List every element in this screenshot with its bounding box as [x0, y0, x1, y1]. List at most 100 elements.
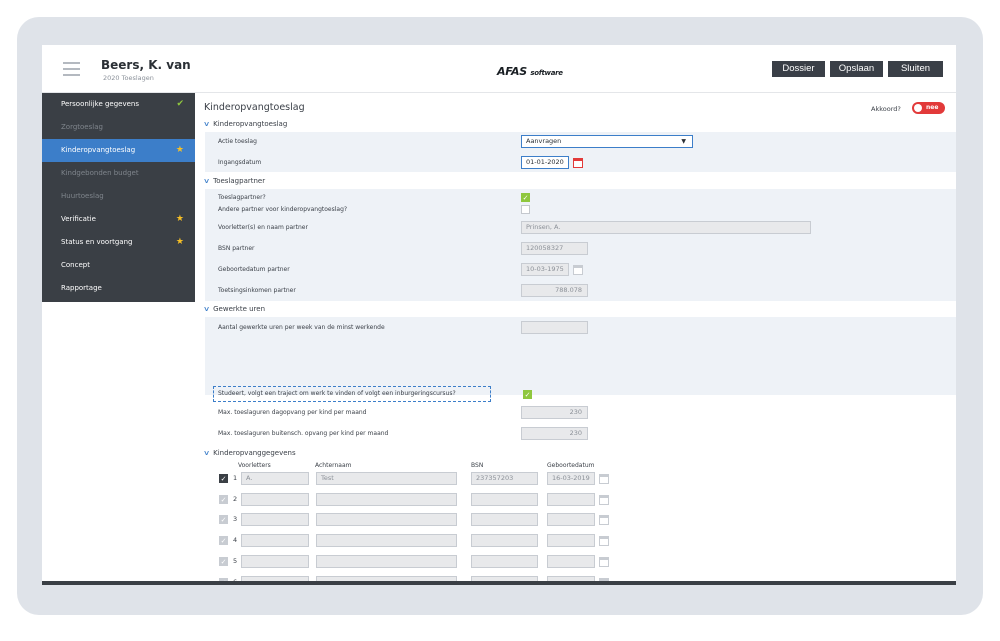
agree-label: Akkoord? [871, 105, 901, 113]
calendar-icon[interactable] [599, 494, 609, 505]
action-label: Actie toeslag [218, 138, 257, 145]
dob-input[interactable] [547, 554, 595, 568]
star-icon: ★ [175, 145, 184, 155]
partner-name-label: Voorletter(s) en naam partner [218, 224, 308, 231]
row-select-checkbox[interactable]: ✓ [219, 474, 228, 483]
bsn-input[interactable] [471, 534, 538, 548]
top-header: Beers, K. van 2020 Toeslagen AFAS softwa… [42, 45, 956, 93]
row-number: 4 [233, 536, 238, 545]
section-kinderopvanggegevens[interactable]: ∨ Kinderopvanggegevens [202, 449, 296, 457]
dossier-button[interactable]: Dossier [772, 61, 825, 77]
bsn-input[interactable] [471, 554, 538, 568]
partner-dob-label: Geboortedatum partner [218, 266, 290, 273]
save-button[interactable]: Opslaan [830, 61, 883, 77]
partner-dob-input[interactable]: 10-03-1975 [521, 263, 569, 276]
start-date-label: Ingangsdatum [218, 159, 262, 166]
check-icon: ✔ [176, 99, 184, 109]
partner-income-input[interactable]: 788.078 [521, 284, 588, 297]
sidebar-item-persoonlijke-gegevens[interactable]: Persoonlijke gegevens ✔ [42, 93, 195, 116]
dob-input[interactable] [547, 492, 595, 506]
calendar-icon[interactable] [599, 515, 609, 526]
sidebar-item-rapportage[interactable]: Rapportage [42, 277, 195, 300]
row-number: 1 [233, 474, 238, 482]
calendar-icon[interactable] [599, 474, 609, 484]
brand-logo: AFAS software [497, 65, 563, 78]
sidebar-item-verificatie[interactable]: Verificatie ★ [42, 208, 195, 231]
initials-input[interactable] [241, 492, 309, 506]
chevron-down-icon: ∨ [202, 120, 211, 128]
sidebar-item-concept[interactable]: Concept [42, 254, 195, 277]
initials-input[interactable]: A. [241, 472, 309, 485]
toggle-knob [914, 104, 922, 112]
page-title: Kinderopvangtoeslag [204, 102, 305, 113]
hamburger-menu-icon[interactable] [63, 62, 80, 76]
bottom-scrollbar[interactable] [42, 581, 956, 585]
col-header-surname: Achternaam [315, 462, 352, 469]
initials-input[interactable] [241, 513, 309, 527]
surname-input[interactable] [316, 554, 457, 568]
calendar-icon[interactable] [573, 265, 583, 275]
sidebar-item-kindgebonden-budget[interactable]: Kindgebonden budget [42, 162, 195, 185]
row-select-checkbox[interactable]: ✓ [219, 515, 228, 525]
section-kinderopvangtoeslag[interactable]: ∨ Kinderopvangtoeslag [202, 120, 287, 128]
has-partner-checkbox[interactable]: ✓ [521, 193, 530, 202]
chevron-down-icon: ∨ [202, 449, 211, 457]
partner-income-label: Toetsingsinkomen partner [218, 287, 296, 294]
sidebar-item-zorgtoeslag[interactable]: Zorgtoeslag [42, 116, 195, 139]
max-day-input[interactable]: 230 [521, 406, 588, 419]
dob-input[interactable] [547, 534, 595, 548]
row-number: 3 [233, 515, 238, 524]
row-select-checkbox[interactable]: ✓ [219, 536, 228, 546]
other-partner-checkbox[interactable] [521, 205, 530, 214]
start-date-input[interactable]: 01-01-2020 [521, 156, 569, 169]
client-subtitle: 2020 Toeslagen [103, 74, 154, 82]
hours-input[interactable] [521, 321, 588, 334]
row-select-checkbox[interactable]: ✓ [219, 556, 228, 566]
hours-label: Aantal gewerkte uren per week van de min… [218, 324, 385, 331]
surname-input[interactable]: Test [316, 472, 457, 485]
initials-input[interactable] [241, 534, 309, 548]
col-header-dob: Geboortedatum [547, 462, 595, 469]
bsn-input[interactable]: 237357203 [471, 472, 538, 485]
dropdown-arrow-icon: ▼ [681, 138, 686, 145]
partner-bsn-label: BSN partner [218, 245, 255, 252]
initials-input[interactable] [241, 554, 309, 568]
sidebar-item-huurtoeslag[interactable]: Huurtoeslag [42, 185, 195, 208]
close-button[interactable]: Sluiten [888, 61, 943, 77]
row-number: 5 [233, 556, 238, 565]
section-gewerkte-uren[interactable]: ∨ Gewerkte uren [203, 305, 265, 313]
partner-name-input[interactable]: Prinsen, A. [521, 221, 811, 234]
main-content: Kinderopvangtoeslag Akkoord? nee ∨ Kinder… [195, 93, 956, 585]
other-partner-label: Andere partner voor kinderopvangtoeslag? [218, 206, 348, 213]
col-header-initials: Voorletters [238, 462, 271, 469]
calendar-icon[interactable] [599, 556, 609, 567]
app-window: Beers, K. van 2020 Toeslagen AFAS softwa… [42, 45, 956, 585]
sidebar-item-kinderopvangtoeslag[interactable]: Kinderopvangtoeslag ★ [42, 139, 195, 162]
section-toeslagpartner[interactable]: ∨ Toeslagpartner [202, 177, 265, 185]
surname-input[interactable] [316, 534, 457, 548]
dob-input[interactable] [547, 513, 595, 527]
surname-input[interactable] [316, 492, 457, 506]
star-icon: ★ [175, 237, 184, 247]
row-number: 2 [233, 494, 238, 503]
max-day-label: Max. toeslaguren dagopvang per kind per … [218, 409, 367, 416]
dob-input[interactable]: 16-03-2019 [547, 472, 595, 485]
star-icon: ★ [175, 214, 184, 224]
row-select-checkbox[interactable]: ✓ [219, 494, 228, 504]
chevron-down-icon: ∨ [202, 177, 211, 185]
surname-input[interactable] [316, 513, 457, 527]
sidebar-item-status-en-voortgang[interactable]: Status en voortgang ★ [42, 231, 195, 254]
bsn-input[interactable] [471, 513, 538, 527]
max-bso-input[interactable]: 230 [521, 427, 588, 440]
calendar-icon[interactable] [573, 158, 583, 168]
toggle-value: nee [926, 104, 939, 111]
col-header-bsn: BSN [471, 462, 484, 469]
client-name: Beers, K. van [101, 58, 191, 72]
bsn-input[interactable] [471, 492, 538, 506]
has-partner-label: Toeslagpartner? [218, 194, 266, 201]
action-select[interactable]: Aanvragen ▼ [521, 135, 693, 148]
agree-toggle[interactable]: nee [912, 102, 945, 114]
calendar-icon[interactable] [599, 536, 609, 547]
study-checkbox[interactable]: ✓ [523, 390, 532, 399]
partner-bsn-input[interactable]: 120058327 [521, 242, 588, 255]
